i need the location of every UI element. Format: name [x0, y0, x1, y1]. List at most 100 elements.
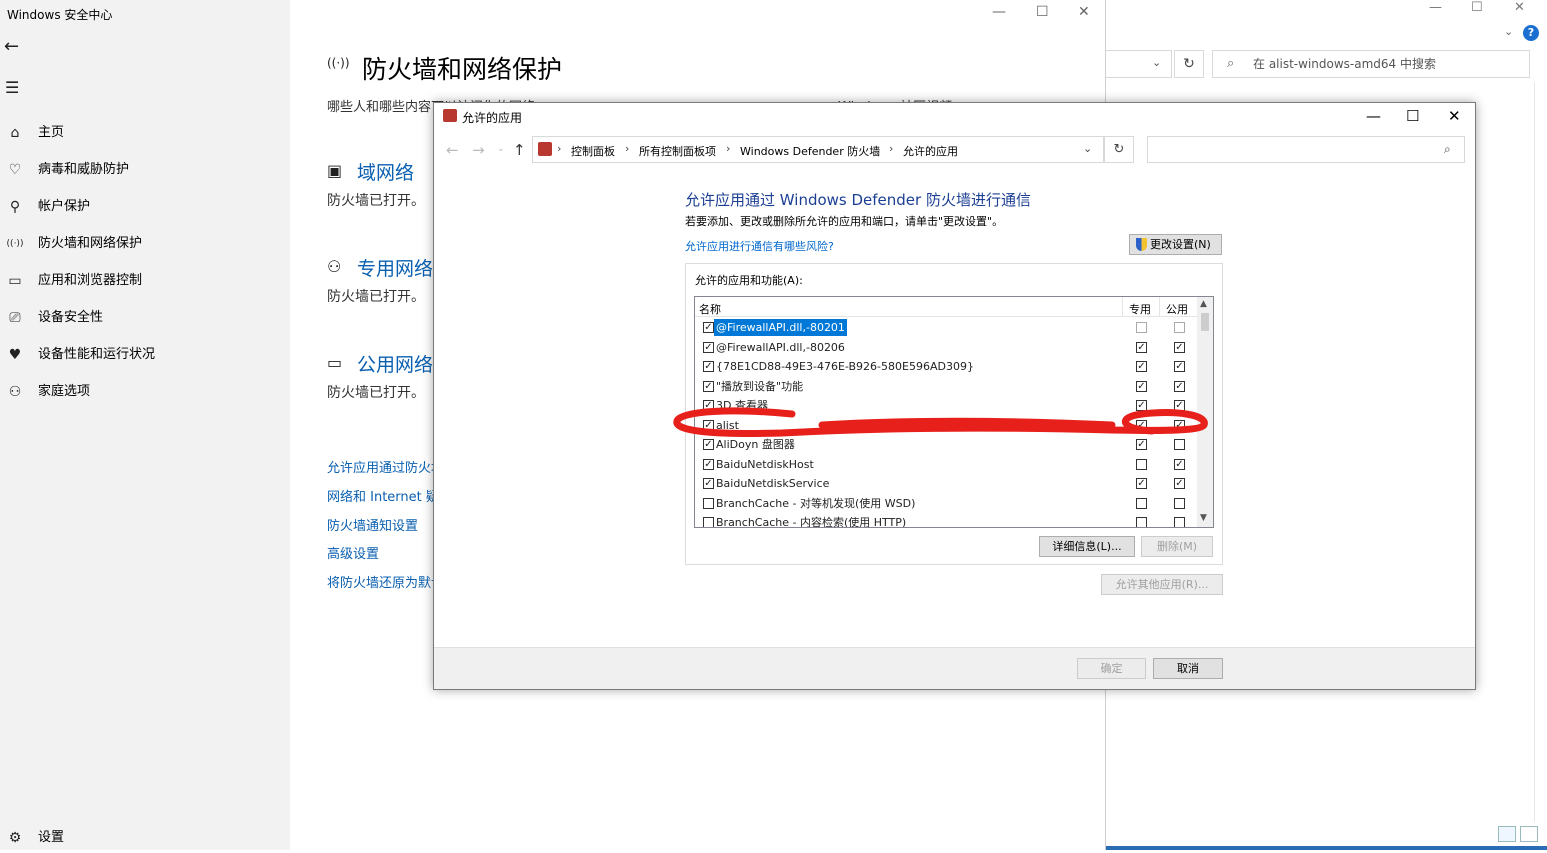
private-checkbox[interactable]: [1136, 517, 1147, 527]
enabled-checkbox[interactable]: ✓: [703, 341, 714, 353]
minimize-button[interactable]: —: [992, 4, 1006, 20]
list-scrollbar[interactable]: ▲ ▼: [1197, 297, 1213, 527]
firewall-notification-settings-link[interactable]: 防火墙通知设置: [327, 515, 418, 534]
public-checkbox[interactable]: ✓: [1174, 361, 1185, 372]
public-checkbox[interactable]: ✓: [1174, 341, 1185, 353]
close-button[interactable]: ✕: [1078, 4, 1090, 20]
enabled-checkbox[interactable]: ✓: [703, 419, 714, 431]
minimize-button[interactable]: —: [1366, 107, 1381, 125]
public-checkbox[interactable]: [1174, 497, 1185, 509]
table-row[interactable]: ✓ {78E1CD88-49E3-476E-B926-580E596AD309}…: [695, 357, 1197, 377]
table-row[interactable]: ✓ @FirewallAPI.dll,-80201: [695, 318, 1197, 338]
explorer-address-bar[interactable]: ⌄: [1106, 50, 1172, 78]
enabled-checkbox[interactable]: ✓: [703, 478, 714, 489]
details-view-icon[interactable]: [1498, 826, 1516, 842]
hamburger-menu-icon[interactable]: ☰: [5, 78, 19, 97]
sidebar-item-family-options[interactable]: ⚇ 家庭选项: [0, 377, 290, 407]
public-network-link[interactable]: 公用网络: [357, 350, 433, 377]
sidebar-item-home[interactable]: ⌂ 主页: [0, 118, 290, 148]
column-header-name[interactable]: 名称: [699, 301, 721, 317]
change-settings-button[interactable]: 更改设置(N): [1129, 234, 1222, 255]
sidebar-item-account-protection[interactable]: ⚲ 帐户保护: [0, 192, 290, 222]
allowed-apps-list[interactable]: 名称 专用 公用 ✓ @FirewallAPI.dll,-80201 ✓ @Fi…: [694, 296, 1214, 528]
table-row[interactable]: ✓ @FirewallAPI.dll,-80206 ✓ ✓: [695, 338, 1197, 358]
search-input[interactable]: ⌕: [1147, 136, 1465, 163]
enabled-checkbox[interactable]: ✓: [703, 458, 714, 470]
table-row[interactable]: ✓ "播放到设备"功能 ✓ ✓: [695, 377, 1197, 397]
private-checkbox[interactable]: ✓: [1136, 400, 1147, 411]
private-checkbox[interactable]: ✓: [1136, 361, 1147, 372]
private-checkbox[interactable]: ✓: [1136, 439, 1147, 450]
chevron-down-icon[interactable]: ⌄: [1083, 142, 1092, 155]
private-checkbox[interactable]: [1136, 458, 1147, 470]
enabled-checkbox[interactable]: ✓: [703, 361, 714, 372]
column-divider[interactable]: [1122, 297, 1123, 317]
ribbon-expand-icon[interactable]: ⌄: [1504, 25, 1513, 38]
enabled-checkbox[interactable]: [703, 497, 714, 509]
enabled-checkbox[interactable]: ✓: [703, 322, 714, 333]
sidebar-item-device-security[interactable]: ⎚ 设备安全性: [0, 303, 290, 333]
sidebar-item-app-browser-control[interactable]: ▭ 应用和浏览器控制: [0, 266, 290, 296]
private-checkbox[interactable]: ✓: [1136, 419, 1147, 431]
sidebar-item-virus-protection[interactable]: ♡ 病毒和威胁防护: [0, 155, 290, 185]
breadcrumb-control-panel[interactable]: 控制面板: [571, 143, 615, 159]
table-row[interactable]: ✓ BaiduNetdiskService ✓ ✓: [695, 474, 1197, 494]
breadcrumb-all-items[interactable]: 所有控制面板项: [639, 143, 716, 159]
table-row[interactable]: ✓ 3D 查看器 ✓ ✓: [695, 396, 1197, 416]
scroll-down-arrow-icon[interactable]: ▼: [1200, 513, 1207, 523]
table-row-alist[interactable]: ✓ alist ✓ ✓: [695, 416, 1197, 436]
explorer-search-input[interactable]: ⌕ 在 alist-windows-amd64 中搜索: [1212, 50, 1530, 78]
details-button[interactable]: 详细信息(L)...: [1039, 536, 1135, 557]
private-checkbox[interactable]: [1136, 322, 1147, 333]
enabled-checkbox[interactable]: [703, 517, 714, 527]
public-checkbox[interactable]: ✓: [1174, 458, 1185, 470]
private-checkbox[interactable]: ✓: [1136, 341, 1147, 353]
chevron-down-icon[interactable]: ⌄: [1152, 56, 1161, 69]
risk-info-link[interactable]: 允许应用进行通信有哪些风险?: [685, 238, 834, 254]
domain-network-link[interactable]: 域网络: [357, 158, 414, 185]
up-arrow-icon[interactable]: ↑: [513, 141, 526, 159]
enabled-checkbox[interactable]: ✓: [703, 400, 714, 411]
breadcrumb-allowed-apps[interactable]: 允许的应用: [903, 143, 958, 159]
allow-another-app-button[interactable]: 允许其他应用(R)...: [1101, 574, 1223, 595]
recent-locations-icon[interactable]: ⌄: [497, 144, 505, 154]
advanced-settings-link[interactable]: 高级设置: [327, 543, 379, 562]
explorer-refresh-button[interactable]: ↻: [1174, 50, 1204, 78]
scrollbar-thumb[interactable]: [1201, 313, 1209, 331]
enabled-checkbox[interactable]: ✓: [703, 380, 714, 392]
large-icons-view-icon[interactable]: [1520, 826, 1538, 842]
sidebar-item-settings[interactable]: ⚙ 设置: [0, 823, 290, 853]
enabled-checkbox[interactable]: ✓: [703, 439, 714, 450]
explorer-minimize-button[interactable]: —: [1429, 0, 1442, 15]
scroll-up-arrow-icon[interactable]: ▲: [1200, 299, 1207, 309]
ok-button[interactable]: 确定: [1077, 658, 1146, 679]
explorer-close-button[interactable]: ✕: [1514, 0, 1525, 15]
column-header-public[interactable]: 公用: [1166, 301, 1188, 317]
explorer-maximize-button[interactable]: ☐: [1471, 0, 1483, 15]
column-header-private[interactable]: 专用: [1129, 301, 1151, 317]
help-icon[interactable]: ?: [1523, 25, 1539, 41]
allow-app-through-firewall-link[interactable]: 允许应用通过防火墙: [327, 457, 444, 476]
private-checkbox[interactable]: ✓: [1136, 380, 1147, 392]
public-checkbox[interactable]: ✓: [1174, 400, 1185, 411]
table-row[interactable]: ✓ BaiduNetdiskHost ✓: [695, 455, 1197, 475]
back-arrow-icon[interactable]: ←: [4, 36, 19, 57]
maximize-button[interactable]: ☐: [1036, 4, 1049, 20]
close-button[interactable]: ✕: [1448, 107, 1461, 125]
address-bar[interactable]: › 控制面板 › 所有控制面板项 › Windows Defender 防火墙 …: [532, 136, 1104, 163]
back-arrow-icon[interactable]: ←: [446, 141, 459, 159]
sidebar-item-firewall[interactable]: ((·)) 防火墙和网络保护: [0, 229, 290, 259]
public-checkbox[interactable]: [1174, 439, 1185, 450]
explorer-scrollbar[interactable]: [1534, 82, 1542, 822]
maximize-button[interactable]: ☐: [1406, 107, 1419, 125]
table-row[interactable]: ✓ AliDoyn 盘图器 ✓: [695, 435, 1197, 455]
breadcrumb-firewall[interactable]: Windows Defender 防火墙: [740, 143, 880, 159]
public-checkbox[interactable]: ✓: [1174, 478, 1185, 489]
public-checkbox[interactable]: [1174, 517, 1185, 527]
private-checkbox[interactable]: ✓: [1136, 478, 1147, 489]
forward-arrow-icon[interactable]: →: [472, 141, 485, 159]
remove-button[interactable]: 删除(M): [1141, 536, 1213, 557]
column-divider[interactable]: [1159, 297, 1160, 317]
public-checkbox[interactable]: ✓: [1174, 380, 1185, 392]
table-row[interactable]: BranchCache - 对等机发现(使用 WSD): [695, 494, 1197, 514]
